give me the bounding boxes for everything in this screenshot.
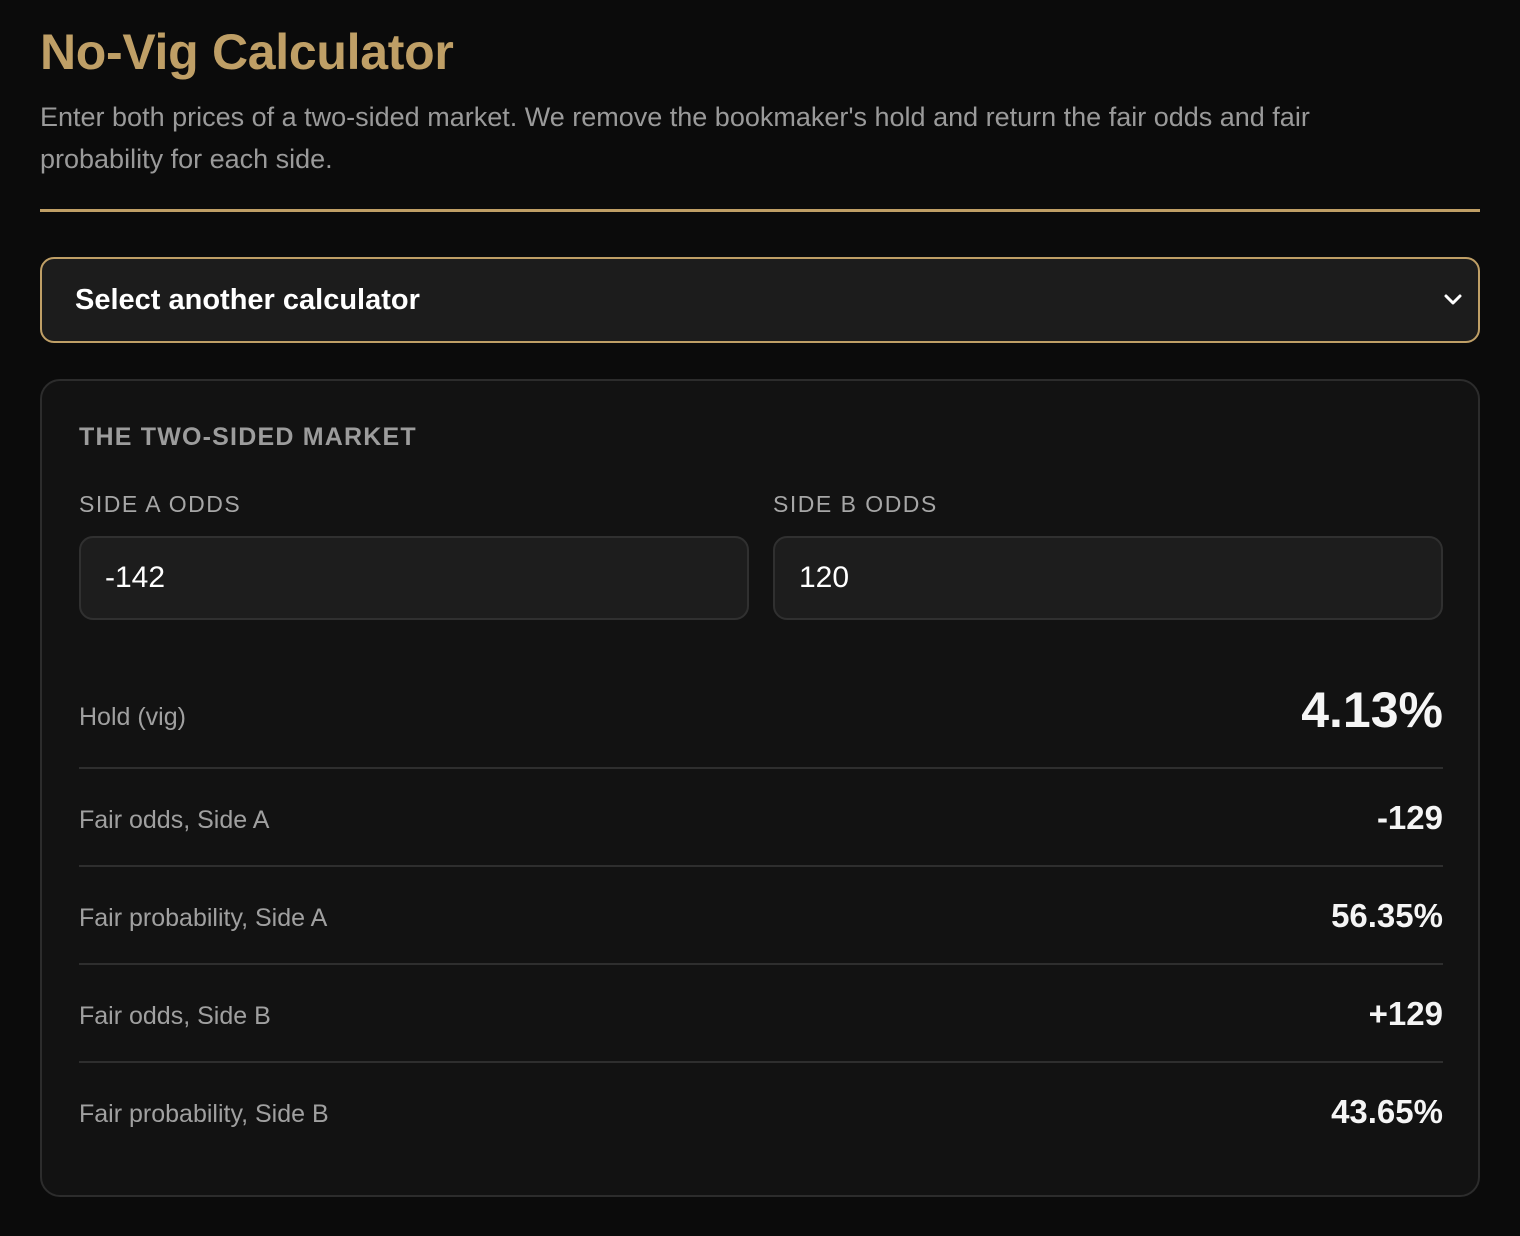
- side-a-label: SIDE A ODDS: [79, 491, 242, 517]
- calculator-select-label: Select another calculator: [75, 283, 420, 316]
- fair-odds-a-value: -129: [1376, 799, 1443, 836]
- result-row-fair-prob-a: Fair probability, Side A 56.35%: [79, 891, 1443, 941]
- header-divider: [40, 209, 1480, 212]
- section-title: THE TWO-SIDED MARKET: [79, 423, 417, 451]
- side-a-odds-input[interactable]: [79, 536, 749, 620]
- result-row-hold: Hold (vig) 4.13%: [79, 677, 1443, 743]
- row-divider: [79, 865, 1443, 867]
- page-title: No-Vig Calculator: [40, 24, 454, 80]
- side-b-odds-input[interactable]: [773, 536, 1443, 620]
- page: No-Vig Calculator Enter both prices of a…: [0, 0, 1520, 1236]
- fair-prob-b-value: 43.65%: [1331, 1093, 1443, 1130]
- fair-odds-a-label: Fair odds, Side A: [79, 805, 270, 834]
- hold-value: 4.13%: [1301, 682, 1443, 738]
- hold-label: Hold (vig): [79, 702, 186, 731]
- fair-odds-b-label: Fair odds, Side B: [79, 1001, 271, 1030]
- row-divider: [79, 767, 1443, 769]
- row-divider: [79, 1061, 1443, 1063]
- fair-prob-b-label: Fair probability, Side B: [79, 1099, 329, 1128]
- calculator-select[interactable]: Select another calculator: [40, 257, 1480, 343]
- market-card: THE TWO-SIDED MARKET SIDE A ODDS SIDE B …: [40, 379, 1480, 1197]
- side-b-label: SIDE B ODDS: [773, 491, 938, 517]
- chevron-down-icon: [1442, 289, 1464, 311]
- result-row-fair-odds-b: Fair odds, Side B +129: [79, 989, 1443, 1039]
- page-subtitle: Enter both prices of a two-sided market.…: [40, 102, 1310, 174]
- result-row-fair-odds-a: Fair odds, Side A -129: [79, 793, 1443, 843]
- fair-prob-a-value: 56.35%: [1331, 897, 1443, 934]
- row-divider: [79, 963, 1443, 965]
- fair-prob-a-label: Fair probability, Side A: [79, 903, 328, 932]
- result-row-fair-prob-b: Fair probability, Side B 43.65%: [79, 1087, 1443, 1137]
- fair-odds-b-value: +129: [1368, 995, 1443, 1032]
